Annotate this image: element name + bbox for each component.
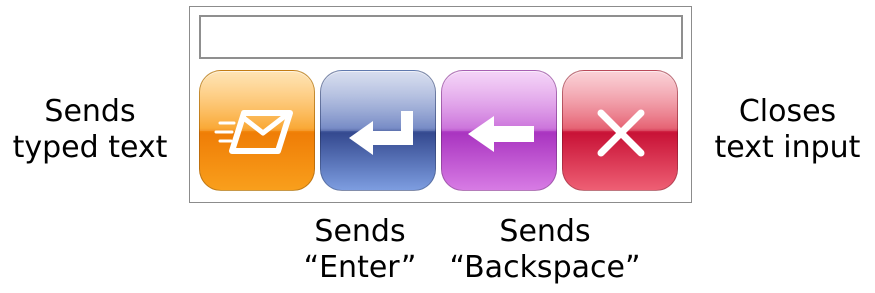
enter-caption-line-2: “Enter” [303,250,417,285]
close-caption-line-2: text input [714,130,861,165]
close-x-icon [597,109,645,157]
enter-caption: Sends “Enter” [280,214,440,286]
close-caption: Closes text input [700,94,875,166]
backspace-arrow-icon [468,116,534,152]
enter-button[interactable] [320,70,436,191]
backspace-button[interactable] [441,70,557,191]
close-caption-line-1: Closes [738,94,837,129]
send-caption-line-2: typed text [12,130,168,165]
send-caption-line-1: Sends [44,94,136,129]
backspace-caption-line-2: “Backspace” [449,250,641,285]
text-input-panel [189,6,692,203]
send-button[interactable] [199,70,315,191]
text-input-field[interactable] [199,15,683,59]
enter-caption-line-1: Sends [314,214,406,249]
send-mail-icon [214,110,293,154]
close-button[interactable] [562,70,678,191]
backspace-caption: Sends “Backspace” [440,214,650,286]
enter-arrow-icon [349,111,413,155]
backspace-caption-line-1: Sends [499,214,591,249]
send-caption: Sends typed text [0,94,180,166]
